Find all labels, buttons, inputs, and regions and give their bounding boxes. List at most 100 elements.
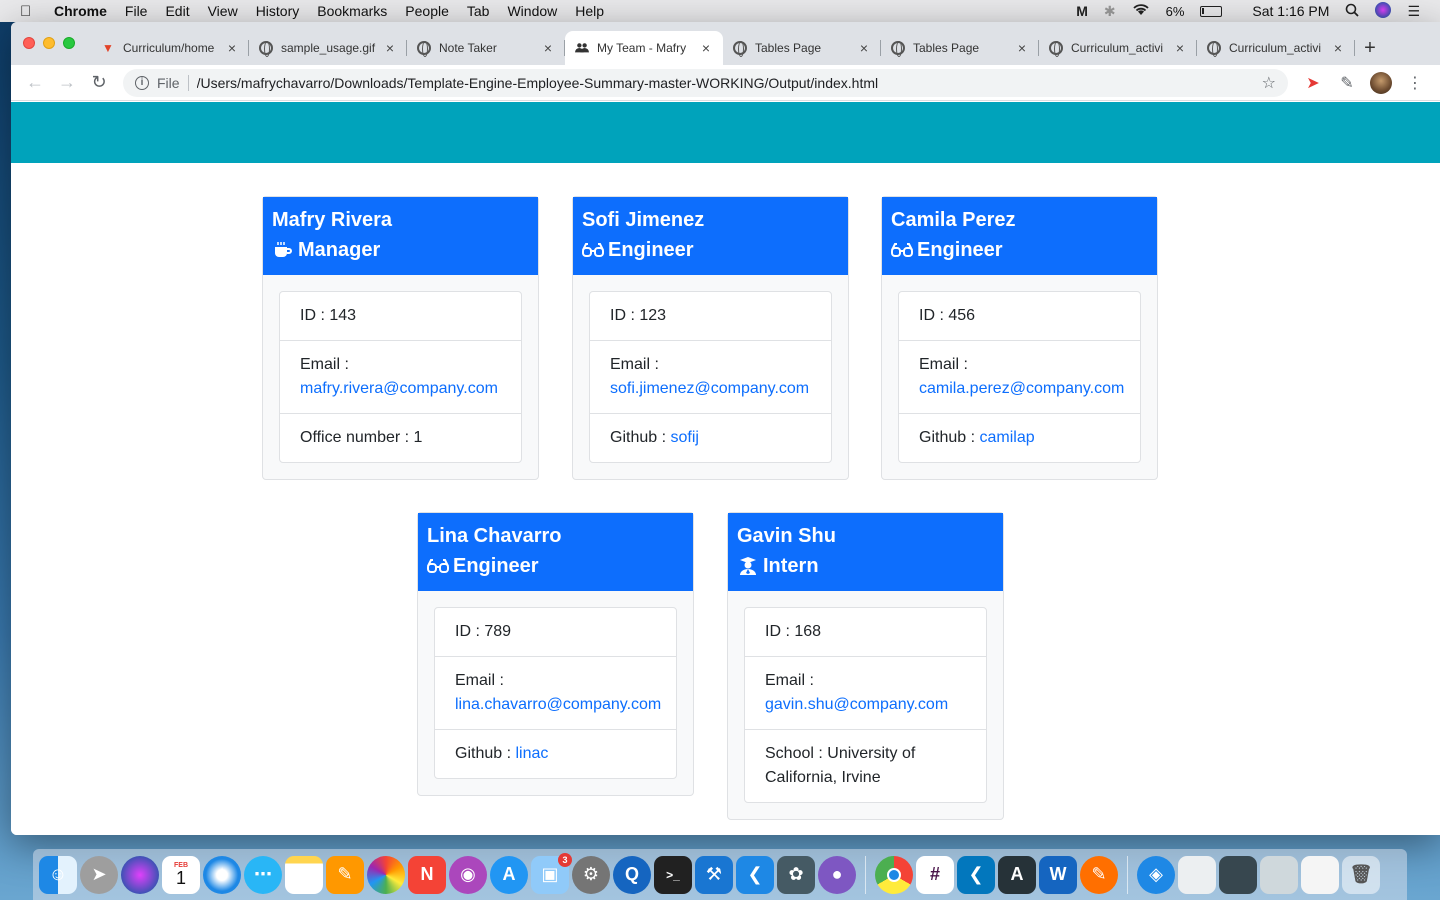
github-link[interactable]: linac <box>515 745 548 762</box>
email-link[interactable]: gavin.shu@company.com <box>765 696 948 713</box>
menu-edit[interactable]: Edit <box>165 3 189 19</box>
fullscreen-window-button[interactable] <box>63 37 75 49</box>
battery-icon[interactable] <box>1200 5 1223 17</box>
screenshot-stack-icon[interactable] <box>1219 855 1257 894</box>
messages-icon[interactable]: ⋯ <box>244 855 282 894</box>
quicktime-icon[interactable]: Q <box>613 855 651 894</box>
close-tab-icon[interactable]: × <box>541 40 555 56</box>
minimize-window-button[interactable] <box>43 37 55 49</box>
menu-help[interactable]: Help <box>575 3 604 19</box>
address-divider <box>187 74 189 91</box>
email-label: Email : <box>765 672 814 689</box>
address-bar[interactable]: i File /Users/mafrychavarro/Downloads/Te… <box>123 68 1288 97</box>
siri-icon[interactable] <box>1375 1 1392 21</box>
news-icon[interactable]: N <box>408 855 446 894</box>
spotlight-search-icon[interactable] <box>1345 3 1360 20</box>
trash-icon[interactable]: 🗑 <box>1342 855 1380 894</box>
malwarebytes-icon[interactable]: M <box>1076 3 1088 19</box>
menu-people[interactable]: People <box>405 3 449 19</box>
menu-history[interactable]: History <box>256 3 300 19</box>
siri-icon[interactable] <box>121 855 159 894</box>
postman-icon[interactable]: ✎ <box>1080 855 1118 894</box>
close-tab-icon[interactable]: × <box>383 40 397 56</box>
calendar-icon[interactable]: FEB 1 <box>162 855 200 894</box>
photos-icon[interactable] <box>367 855 405 894</box>
email-link[interactable]: mafry.rivera@company.com <box>300 380 498 397</box>
tab-title: Curriculum_activi <box>1229 41 1322 55</box>
reload-button[interactable]: ↻ <box>83 69 115 97</box>
window-stack-icon[interactable] <box>1260 855 1298 894</box>
close-tab-icon[interactable]: × <box>1331 40 1345 56</box>
menu-view[interactable]: View <box>208 3 238 19</box>
email-link[interactable]: camila.perez@company.com <box>919 380 1124 397</box>
close-tab-icon[interactable]: × <box>699 40 713 56</box>
tab-curriculum-activity-2[interactable]: Curriculum_activi × <box>1197 31 1355 65</box>
school: School : University of California, Irvin… <box>765 745 916 786</box>
vscode-icon[interactable]: ❮ <box>736 855 774 894</box>
pages-icon[interactable]: ✎ <box>326 855 364 894</box>
macos-dock: ☺ ➤ FEB 1 ✦ ⋯ ✎ N ◉ A ▣ 3 ⚙ Q >_ ⚒ ❮ ✿ ● … <box>33 849 1407 900</box>
chrome-icon[interactable] <box>875 855 913 894</box>
close-tab-icon[interactable]: × <box>1173 40 1187 56</box>
safari-icon[interactable]: ✦ <box>203 855 241 894</box>
podcasts-icon[interactable]: ◉ <box>449 855 487 894</box>
word-icon[interactable]: W <box>1039 855 1077 894</box>
email-link[interactable]: lina.chavarro@company.com <box>455 696 661 713</box>
bluetooth-icon[interactable]: ✱ <box>1104 3 1116 20</box>
network-globe-icon[interactable]: ◈ <box>1137 855 1175 894</box>
terminal-icon[interactable]: >_ <box>654 855 692 894</box>
menu-bookmarks[interactable]: Bookmarks <box>317 3 387 19</box>
xcode-icon[interactable]: ⚒ <box>695 855 733 894</box>
chrome-menu-icon[interactable]: ⋮ <box>1398 69 1432 97</box>
finder-icon[interactable]: ☺ <box>39 855 77 894</box>
github-link[interactable]: camilap <box>979 429 1034 446</box>
tab-tables-page-1[interactable]: Tables Page × <box>723 31 881 65</box>
notification-center-icon[interactable]: ☰ <box>1407 3 1420 20</box>
wifi-icon[interactable] <box>1132 3 1150 19</box>
tab-tables-page-2[interactable]: Tables Page × <box>881 31 1039 65</box>
github-desktop-icon[interactable]: ● <box>818 855 856 894</box>
menu-tab[interactable]: Tab <box>467 3 490 19</box>
site-info-icon[interactable]: i <box>135 75 149 90</box>
apple-menu-icon[interactable]:  <box>20 3 42 20</box>
menu-window[interactable]: Window <box>507 3 557 19</box>
app-store-icon[interactable]: A <box>490 855 528 894</box>
address-url[interactable]: /Users/mafrychavarro/Downloads/Template-… <box>197 75 1262 91</box>
document-stack-icon[interactable] <box>1178 855 1216 894</box>
menubar-clock[interactable]: Sat 1:16 PM <box>1252 3 1329 19</box>
close-tab-icon[interactable]: × <box>1015 40 1029 56</box>
eyedropper-extension-icon[interactable]: ✎ <box>1330 69 1364 97</box>
extension-icon[interactable]: ➤ <box>1296 69 1330 97</box>
close-window-button[interactable] <box>23 37 35 49</box>
employee-email-row: Email : sofi.jimenez@company.com <box>590 341 831 414</box>
menu-app-chrome[interactable]: Chrome <box>54 3 107 19</box>
preview-icon[interactable]: ▣ 3 <box>531 852 572 894</box>
email-link[interactable]: sofi.jimenez@company.com <box>610 380 809 397</box>
tab-my-team[interactable]: My Team - Mafry × <box>565 31 723 65</box>
tab-curriculum-activity-1[interactable]: Curriculum_activi × <box>1039 31 1197 65</box>
github-link[interactable]: sofij <box>670 429 698 446</box>
glasses-icon <box>891 240 913 260</box>
launchpad-icon[interactable]: ➤ <box>80 855 118 894</box>
profile-avatar[interactable] <box>1364 69 1398 97</box>
vscode-insiders-icon[interactable]: ❮ <box>957 855 995 894</box>
instruments-icon[interactable]: A <box>998 855 1036 894</box>
forward-button[interactable]: → <box>51 69 83 97</box>
menu-file[interactable]: File <box>125 3 148 19</box>
mysql-workbench-icon[interactable]: ✿ <box>777 855 815 894</box>
new-tab-button[interactable]: + <box>1355 31 1385 65</box>
tab-sample-usage[interactable]: sample_usage.gif × <box>249 31 407 65</box>
back-button[interactable]: ← <box>19 69 51 97</box>
file-stack-icon[interactable] <box>1301 855 1339 894</box>
close-tab-icon[interactable]: × <box>225 40 239 56</box>
notes-icon[interactable] <box>285 855 323 894</box>
system-preferences-icon[interactable]: ⚙ <box>572 855 610 894</box>
tab-note-taker[interactable]: Note Taker × <box>407 31 565 65</box>
employee-details: ID : 168 Email : gavin.shu@company.com S… <box>744 607 987 803</box>
slack-icon[interactable]: # <box>916 855 954 894</box>
bookmark-star-icon[interactable]: ☆ <box>1262 73 1276 93</box>
close-tab-icon[interactable]: × <box>857 40 871 56</box>
github-label: Github : <box>455 745 516 762</box>
tab-curriculum-home[interactable]: ▼ Curriculum/home × <box>91 31 249 65</box>
jumbotron-banner <box>11 102 1440 163</box>
